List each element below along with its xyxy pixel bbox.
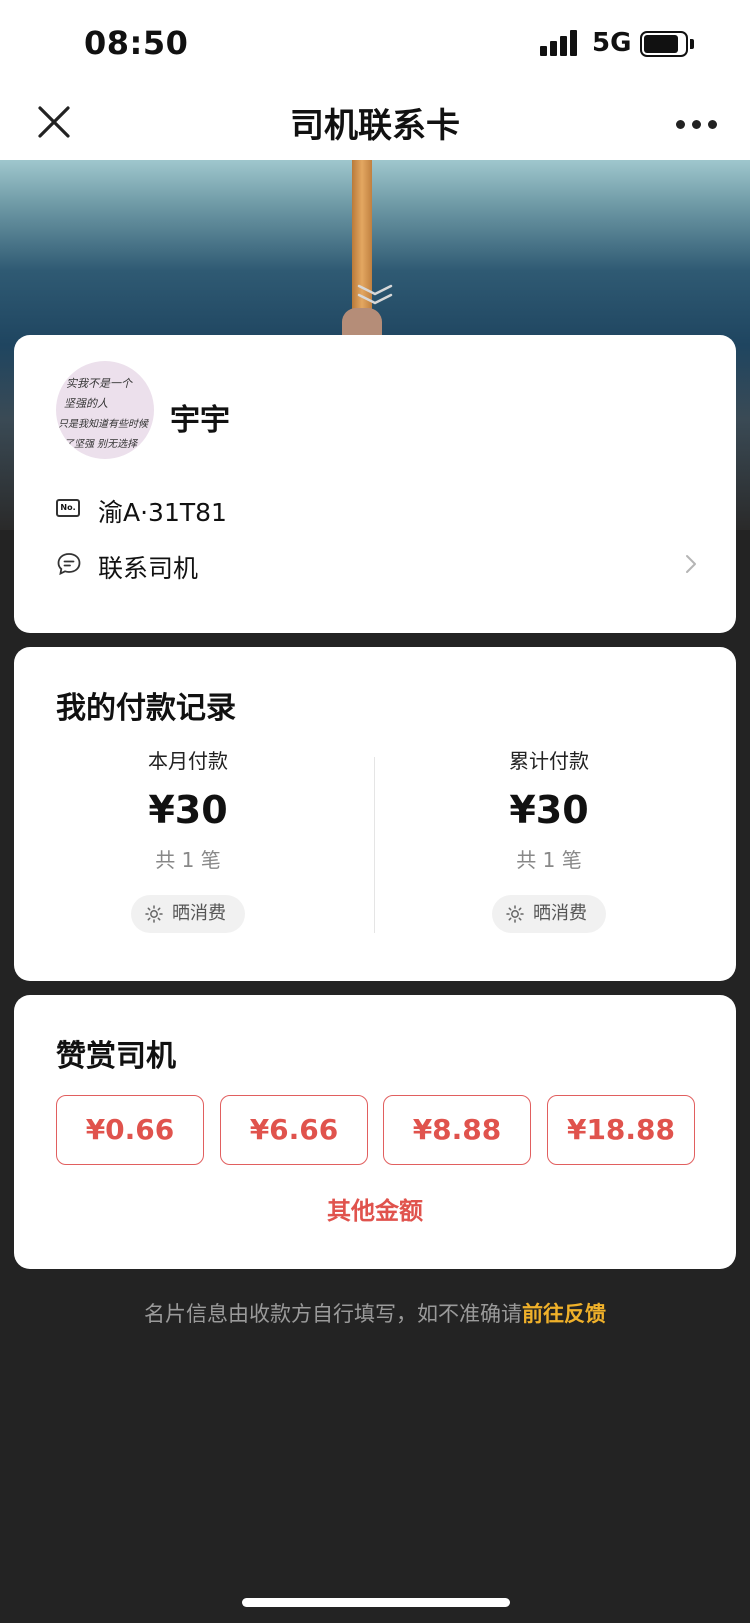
total-payment-amount: ¥30 bbox=[509, 788, 589, 832]
share-spending-label: 晒消费 bbox=[533, 903, 587, 924]
tip-driver-title: 赞赏司机 bbox=[56, 1039, 176, 1074]
signal-icon bbox=[540, 30, 580, 56]
status-time: 08:50 bbox=[84, 24, 189, 62]
footer-note-text: 名片信息由收款方自行填写，如不准确请 bbox=[144, 1302, 522, 1326]
avatar[interactable]: 实我不是一个 坚强的人 只是我知道有些时候 了坚强 别无选择 bbox=[56, 361, 154, 459]
tip-amount-button[interactable]: ¥0.66 bbox=[56, 1095, 204, 1165]
network-label: 5G bbox=[592, 28, 632, 58]
contact-driver-row[interactable]: 联系司机 bbox=[56, 539, 706, 589]
chat-bubble-icon bbox=[57, 553, 81, 576]
month-payment-label: 本月付款 bbox=[148, 749, 228, 773]
tip-amount-button[interactable]: ¥6.66 bbox=[220, 1095, 368, 1165]
tip-amount-button[interactable]: ¥8.88 bbox=[383, 1095, 531, 1165]
contact-driver-label: 联系司机 bbox=[98, 554, 199, 583]
sun-icon bbox=[145, 905, 163, 923]
month-payment: 本月付款 ¥30 共 1 笔 晒消费 bbox=[38, 745, 338, 933]
divider bbox=[374, 757, 375, 933]
driver-card: 实我不是一个 坚强的人 只是我知道有些时候 了坚强 别无选择 宇宇 No. 渝A… bbox=[14, 335, 736, 633]
payment-records-card: 我的付款记录 本月付款 ¥30 共 1 笔 晒消费 累计付款 ¥30 共 1 笔 bbox=[14, 647, 736, 981]
tip-amount-button[interactable]: ¥18.88 bbox=[547, 1095, 695, 1165]
share-spending-button[interactable]: 晒消费 bbox=[131, 895, 245, 933]
total-payment-label: 累计付款 bbox=[509, 749, 589, 773]
double-chevron-down-icon[interactable] bbox=[355, 280, 395, 310]
sun-icon bbox=[506, 905, 524, 923]
home-indicator[interactable] bbox=[242, 1598, 510, 1607]
total-payment: 累计付款 ¥30 共 1 笔 晒消费 bbox=[399, 745, 699, 933]
month-payment-count: 共 1 笔 bbox=[155, 848, 221, 872]
nav-bar: 司机联系卡 bbox=[0, 88, 750, 160]
battery-icon bbox=[640, 31, 694, 57]
license-plate-icon: No. bbox=[56, 499, 80, 517]
footer-note: 名片信息由收款方自行填写，如不准确请前往反馈 bbox=[0, 1298, 750, 1328]
plate-number: 渝A·31T81 bbox=[98, 498, 227, 527]
payment-records-title: 我的付款记录 bbox=[56, 691, 236, 726]
chevron-right-icon bbox=[686, 555, 696, 573]
more-icon[interactable] bbox=[676, 118, 720, 132]
share-spending-label: 晒消费 bbox=[172, 903, 226, 924]
tip-driver-card: 赞赏司机 ¥0.66 ¥6.66 ¥8.88 ¥18.88 其他金额 bbox=[14, 995, 736, 1269]
other-amount-button[interactable]: 其他金额 bbox=[14, 1191, 736, 1226]
page-title: 司机联系卡 bbox=[290, 106, 460, 146]
status-bar: 08:50 5G bbox=[0, 0, 750, 88]
driver-name: 宇宇 bbox=[170, 403, 230, 438]
month-payment-amount: ¥30 bbox=[148, 788, 228, 832]
feedback-link[interactable]: 前往反馈 bbox=[522, 1302, 606, 1326]
share-spending-button[interactable]: 晒消费 bbox=[492, 895, 606, 933]
total-payment-count: 共 1 笔 bbox=[516, 848, 582, 872]
